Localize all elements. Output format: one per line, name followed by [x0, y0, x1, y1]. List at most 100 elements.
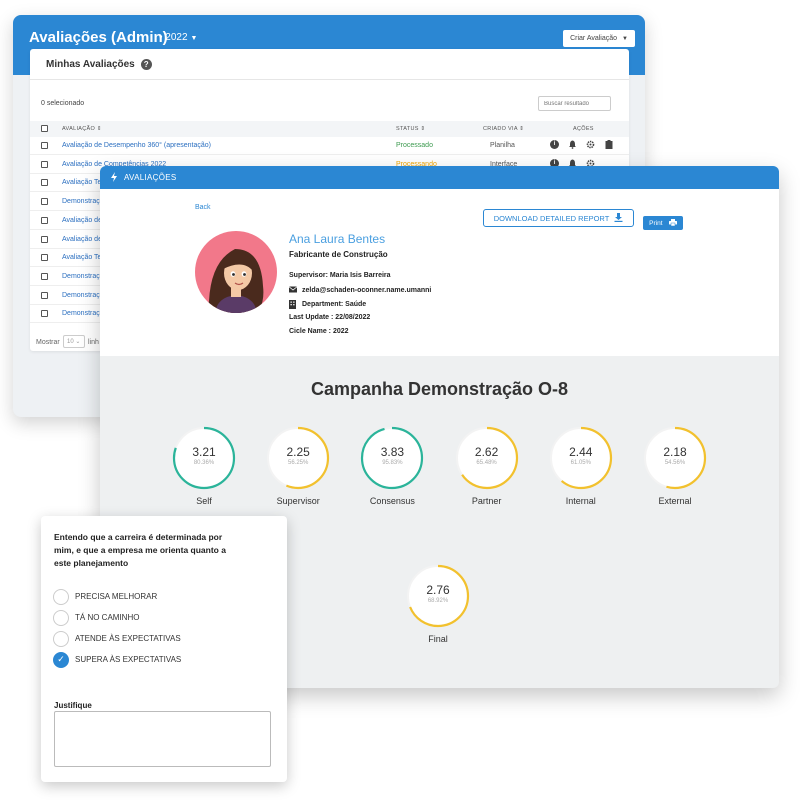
answer-option[interactable]: PRECISA MELHORAR	[53, 588, 157, 605]
table-header: AVALIAÇÃO ⇕ STATUS ⇕ CRIADO VIA ⇕ AÇÕES	[30, 121, 629, 137]
radio-unchecked-icon[interactable]	[53, 588, 69, 605]
year-selector[interactable]: • 2022 ▼	[159, 32, 197, 43]
row-checkbox[interactable]	[41, 160, 48, 168]
score-percent: 80.36%	[193, 460, 215, 466]
column-created-via[interactable]: CRIADO VIA ⇕	[483, 126, 524, 132]
year-label: • 2022	[159, 32, 188, 43]
create-evaluation-button[interactable]: Criar Avaliação ▼	[563, 30, 635, 47]
radio-checked-icon[interactable]: ✓	[53, 651, 69, 668]
score-label: Supervisor	[276, 496, 320, 506]
score-value: 2.44	[569, 445, 593, 459]
select-all-checkbox[interactable]	[41, 125, 48, 132]
profile-section: Back DOWNLOAD DETAILED REPORT Print Ana …	[100, 189, 779, 356]
score-label: Internal	[565, 496, 596, 506]
person-name: Ana Laura Bentes	[289, 232, 386, 246]
row-checkbox[interactable]	[41, 254, 48, 262]
row-checkbox[interactable]	[41, 310, 48, 318]
download-icon	[614, 212, 623, 224]
table-row[interactable]: Avaliação de Desempenho 360° (apresentaç…	[30, 137, 629, 155]
row-checkbox[interactable]	[41, 142, 48, 149]
create-evaluation-label: Criar Avaliação	[570, 35, 618, 42]
row-checkbox[interactable]	[41, 198, 48, 206]
gear-icon[interactable]	[586, 140, 595, 149]
cicle-line: Cicle Name : 2022	[289, 328, 349, 335]
evaluation-name-link[interactable]: Avaliação de Desempenho 360° (apresentaç…	[62, 142, 211, 149]
last-update-line: Last Update : 22/08/2022	[289, 314, 370, 321]
radio-unchecked-icon[interactable]	[53, 609, 69, 626]
column-actions: AÇÕES	[573, 126, 594, 132]
answer-option-label: ATENDE ÀS EXPECTATIVAS	[75, 634, 181, 643]
question-text: Entendo que a carreira é determinada por…	[54, 532, 226, 568]
row-checkbox[interactable]	[41, 179, 48, 187]
row-checkbox[interactable]	[41, 235, 48, 243]
bell-icon[interactable]	[568, 140, 577, 149]
page-size-select[interactable]: 10 ⌄	[63, 335, 85, 348]
caret-down-icon: ▼	[622, 35, 628, 42]
caret-down-icon: ▼	[190, 35, 198, 42]
score-gauge-self: 3.21 80.36% Self	[164, 425, 244, 506]
status-text: Processado	[396, 142, 433, 149]
print-label: Print	[649, 219, 663, 227]
justify-textarea[interactable]	[54, 711, 271, 767]
answer-option[interactable]: ✓ SUPERA ÀS EXPECTATIVAS	[53, 651, 181, 668]
score-gauge-supervisor: 2.25 56.25% Supervisor	[258, 425, 338, 506]
lightning-icon	[110, 171, 118, 184]
score-percent: 56.25%	[288, 460, 309, 466]
evaluation-name-link[interactable]: Demonstraç	[62, 310, 100, 317]
print-button[interactable]: Print	[643, 216, 683, 230]
info-icon[interactable]: i	[550, 140, 559, 149]
score-gauge-partner: 2.62 65.48% Partner	[447, 425, 527, 506]
justify-label: Justifique	[54, 701, 92, 710]
answer-option[interactable]: TÁ NO CAMINHO	[53, 609, 139, 626]
evaluation-name-link[interactable]: Demonstraç	[62, 198, 100, 205]
evaluation-name-link[interactable]: Avaliação de	[62, 217, 102, 224]
clipboard-icon[interactable]	[604, 140, 613, 149]
score-gauge-internal: 2.44 61.05% Internal	[541, 425, 621, 506]
download-report-button[interactable]: DOWNLOAD DETAILED REPORT	[483, 209, 634, 227]
score-label: Consensus	[369, 496, 415, 506]
evaluation-name-link[interactable]: Demonstraç	[62, 292, 100, 299]
column-evaluation[interactable]: AVALIAÇÃO ⇕	[62, 126, 102, 132]
score-percent: 54.56%	[664, 460, 686, 466]
evaluation-name-link[interactable]: Avaliação de	[62, 236, 102, 243]
score-label: Partner	[471, 496, 502, 506]
download-report-label: DOWNLOAD DETAILED REPORT	[493, 213, 610, 223]
score-percent: 61.05%	[570, 460, 591, 466]
department-line: Department: Saúde	[289, 300, 366, 309]
score-value: 2.62	[474, 445, 499, 459]
report-header-title: AVALIAÇÕES	[124, 173, 177, 182]
score-value: 3.21	[192, 445, 216, 459]
supervisor-text: Supervisor: Maria Isis Barreira	[289, 272, 391, 279]
answer-option-label: TÁ NO CAMINHO	[75, 613, 140, 622]
score-label: Final	[428, 634, 448, 644]
question-card: Entendo que a carreira é determinada por…	[41, 516, 287, 782]
show-suffix: linh	[88, 339, 99, 346]
person-role: Fabricante de Construção	[289, 250, 388, 259]
row-checkbox[interactable]	[41, 216, 48, 224]
row-actions: i	[550, 140, 613, 149]
score-value: 2.18	[663, 445, 687, 459]
evaluation-name-link[interactable]: Avaliação Te	[62, 179, 101, 186]
avatar	[195, 231, 277, 313]
evaluation-name-link[interactable]: Avaliação Te	[62, 254, 101, 261]
cicle-text: Cicle Name : 2022	[289, 328, 349, 335]
score-value: 2.76	[426, 583, 450, 597]
row-checkbox[interactable]	[41, 291, 48, 299]
score-percent: 95.83%	[382, 460, 403, 466]
email-text: zelda@schaden-oconner.name.umanni	[302, 286, 432, 294]
search-input[interactable]	[538, 96, 611, 111]
evaluation-name-link[interactable]: Demonstraç	[62, 273, 100, 280]
radio-unchecked-icon[interactable]	[53, 630, 69, 647]
column-status[interactable]: STATUS ⇕	[396, 126, 425, 132]
card-title-text: Minhas Avaliações	[46, 59, 135, 70]
printer-icon	[668, 218, 677, 228]
report-header: AVALIAÇÕES	[100, 166, 779, 189]
answer-option[interactable]: ATENDE ÀS EXPECTATIVAS	[53, 630, 181, 647]
created-via-text: Planilha	[490, 142, 515, 149]
row-checkbox[interactable]	[41, 272, 48, 280]
back-link[interactable]: Back	[195, 204, 211, 211]
score-gauge-external: 2.18 54.56% External	[635, 425, 715, 506]
show-label: Mostrar	[36, 339, 60, 346]
help-icon[interactable]: ?	[140, 59, 152, 70]
building-icon	[289, 300, 297, 309]
